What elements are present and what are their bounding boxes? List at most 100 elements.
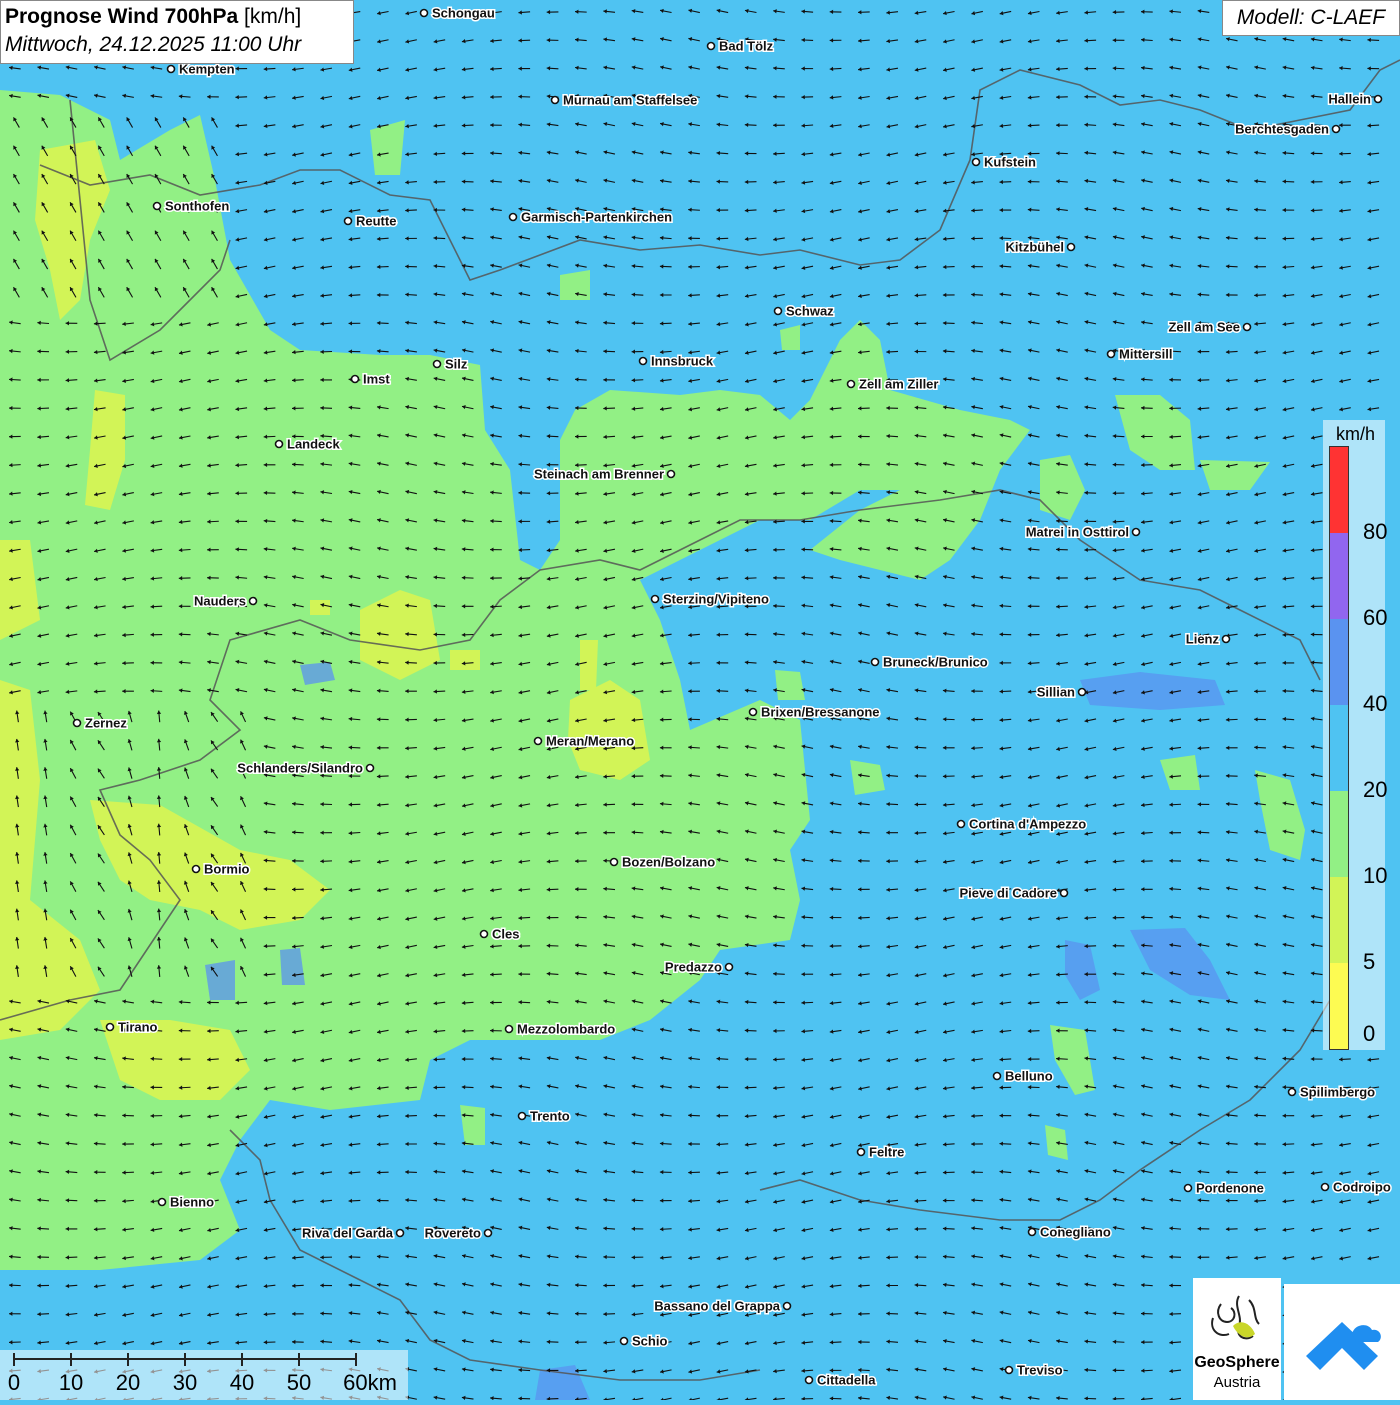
city-marker[interactable]: Meran/Merano [535,734,635,749]
legend-color-segment [1330,705,1348,791]
city-dot [276,441,283,448]
city-marker[interactable]: Spilimbergo [1289,1085,1376,1100]
city-dot [434,361,441,368]
city-label: Mezzolombardo [517,1022,615,1037]
city-dot [1133,529,1140,536]
city-dot [485,1230,492,1237]
city-label: Bozen/Bolzano [622,855,715,870]
city-label: Bad Tölz [719,39,774,54]
legend-color-segment [1330,791,1348,877]
map-title-main: Prognose Wind 700hPa [5,5,238,28]
city-label: Reutte [356,214,396,229]
city-dot [640,358,647,365]
city-label: Sterzing/Vipiteno [663,592,769,607]
city-marker[interactable]: Bassano del Grappa [654,1299,790,1314]
city-label: Kitzbühel [1006,240,1065,255]
city-marker[interactable]: Bruneck/Brunico [872,655,988,670]
legend-tick-label: 40 [1363,691,1387,717]
city-dot [552,97,559,104]
city-dot [345,218,352,225]
city-label: Schongau [432,6,495,21]
city-label: Conegliano [1040,1225,1111,1240]
city-marker[interactable]: Schongau [421,6,495,21]
city-dot [519,1113,526,1120]
city-marker[interactable]: Garmisch-Partenkirchen [510,210,673,225]
city-dot [367,765,374,772]
city-label: Treviso [1017,1363,1063,1378]
city-marker[interactable]: Zell am Ziller [848,377,939,392]
city-label: Nauders [194,594,246,609]
city-dot [74,720,81,727]
city-marker[interactable]: Zell am See [1168,320,1250,335]
city-dot [1006,1367,1013,1374]
legend-color-segment [1330,447,1348,533]
city-label: Hallein [1328,92,1371,107]
city-label: Sillian [1037,685,1075,700]
city-dot [535,738,542,745]
legend-color-segment [1330,877,1348,963]
city-dot [1068,244,1075,251]
legend-color-segment [1330,533,1348,619]
city-marker[interactable]: Pordenone [1185,1181,1264,1196]
city-label: Belluno [1005,1069,1053,1084]
city-marker[interactable]: Bozen/Bolzano [611,855,716,870]
city-label: Meran/Merano [546,734,634,749]
forecast-datetime: Mittwoch, 24.12.2025 11:00 Uhr [5,31,349,59]
city-dot [193,866,200,873]
city-marker[interactable]: Mezzolombardo [506,1022,616,1037]
legend-tick-label: 5 [1363,949,1375,975]
city-marker[interactable]: Conegliano [1029,1225,1111,1240]
city-marker[interactable]: Cittadella [806,1373,877,1388]
legend-color-segment [1330,963,1348,1049]
city-label: Predazzo [665,960,722,975]
city-dot [107,1024,114,1031]
city-dot [784,1303,791,1310]
city-label: Garmisch-Partenkirchen [521,210,672,225]
city-label: Cittadella [817,1373,876,1388]
city-marker[interactable]: Cortina d'Ampezzo [958,817,1087,832]
city-dot [506,1026,513,1033]
legend-tick-label: 0 [1363,1021,1375,1047]
city-dot [1333,126,1340,133]
city-dot [958,821,965,828]
city-marker[interactable]: Brixen/Bressanone [750,705,880,720]
city-dot [668,471,675,478]
city-dot [1322,1184,1329,1191]
city-marker[interactable]: Schlanders/Silandro [237,761,373,776]
city-dot [611,859,618,866]
city-label: Sonthofen [165,199,229,214]
city-dot [750,709,757,716]
city-label: Cles [492,927,519,942]
city-label: Schlanders/Silandro [237,761,363,776]
city-dot [397,1230,404,1237]
city-dot [775,308,782,315]
city-label: Schio [632,1334,667,1349]
city-marker[interactable]: Steinach am Brenner [534,467,675,482]
city-marker[interactable]: Riva del Garda [302,1226,404,1241]
legend-unit: km/h [1336,424,1375,445]
city-dot [421,10,428,17]
city-label: Schwaz [786,304,834,319]
city-marker[interactable]: Sterzing/Vipiteno [652,592,769,607]
city-dot [1289,1089,1296,1096]
city-label: Mittersill [1119,347,1172,362]
city-dot [1375,96,1382,103]
city-marker[interactable]: Innsbruck [640,354,714,369]
city-marker[interactable]: Matrei in Osttirol [1026,525,1140,540]
city-label: Cortina d'Ampezzo [969,817,1086,832]
city-marker[interactable]: Murnau am Staffelsee [552,93,698,108]
city-marker[interactable]: Berchtesgaden [1235,122,1339,137]
city-dot [510,214,517,221]
city-dot [154,203,161,210]
city-marker[interactable]: Pieve di Cadore [959,886,1067,901]
city-marker[interactable]: Sonthofen [154,199,230,214]
city-dot [168,66,175,73]
city-dot [1079,689,1086,696]
map-title-unit: [km/h] [244,5,301,28]
city-label: Pordenone [1196,1181,1264,1196]
city-label: Brixen/Bressanone [761,705,880,720]
city-label: Silz [445,357,468,372]
city-label: Matrei in Osttirol [1026,525,1129,540]
city-label: Tirano [118,1020,158,1035]
city-label: Bormio [204,862,250,877]
